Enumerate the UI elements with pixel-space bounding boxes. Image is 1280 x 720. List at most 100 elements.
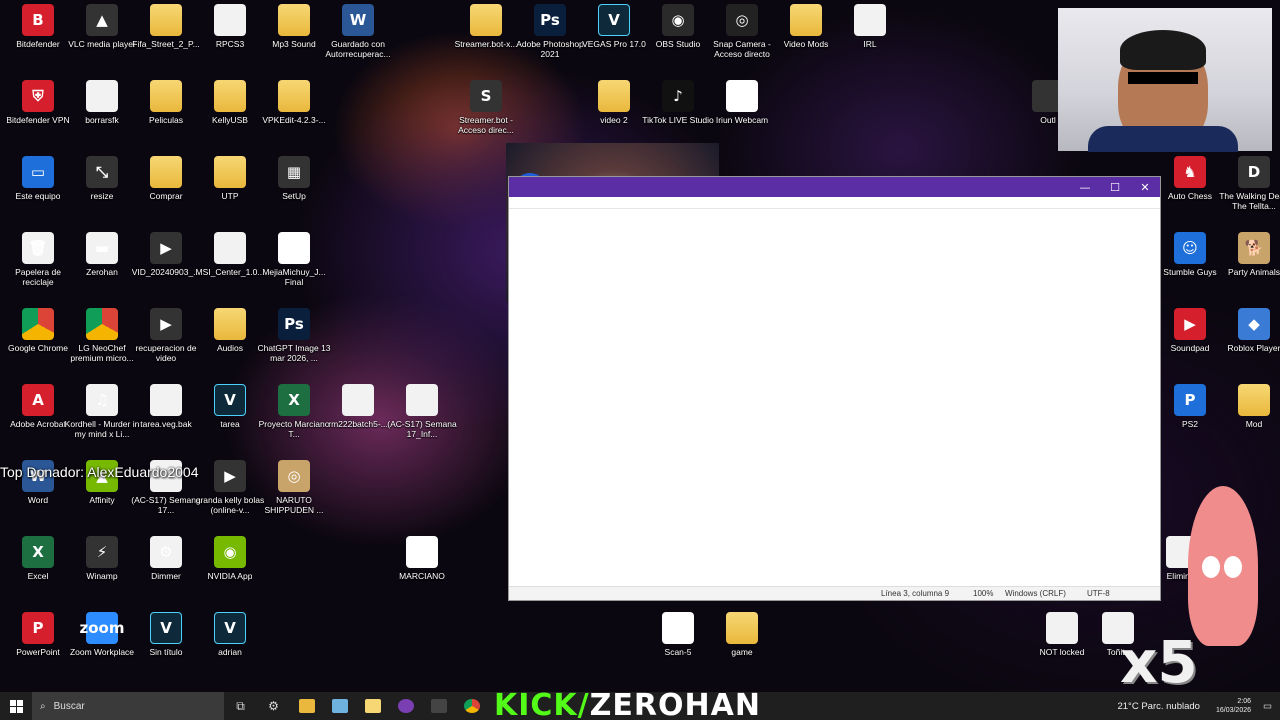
vegas-icon: V <box>598 4 630 36</box>
desktop-icon-label: Comprar <box>149 191 183 201</box>
weather-widget[interactable]: 21°C Parc. nublado <box>1117 701 1200 712</box>
notepad-status-bar: Línea 3, columna 9 100% Windows (CRLF) U… <box>509 586 1160 600</box>
notepad-menubar <box>509 197 1160 209</box>
desktop-icon[interactable]: Vadrian <box>192 612 268 657</box>
pdf-icon: PDF <box>277 232 311 264</box>
maximize-button[interactable]: ☐ <box>1100 177 1130 197</box>
tiktok-icon: ♪ <box>662 80 694 112</box>
desktop-icon-label: VID_20240903_... <box>131 267 201 277</box>
desktop-icon[interactable]: ◎ NARUTO SHIPPUDEN ... <box>256 460 332 515</box>
desktop-icon[interactable]: D The Walking Dead The Tellta... <box>1216 156 1280 211</box>
word-icon: W <box>342 4 374 36</box>
streamerbot-icon: S <box>470 80 502 112</box>
vegas-project-icon: V <box>214 384 246 416</box>
audio-file-icon: ♫ <box>86 384 118 416</box>
soundpad-icon: ▶ <box>1174 308 1206 340</box>
file-explorer-icon[interactable] <box>356 692 389 720</box>
desktop-icon[interactable]: IRL <box>832 4 908 49</box>
file-icon <box>86 80 118 112</box>
winamp-icon: ⚡ <box>86 536 118 568</box>
roblox-icon: ◆ <box>1238 308 1270 340</box>
desktop-icon-label: rm222batch5-... <box>328 419 388 429</box>
webcam-overlay <box>1058 8 1272 152</box>
vlc-icon: ▲ <box>86 4 118 36</box>
desktop-icon-label: MejiaMichuy_J... Final <box>262 267 326 287</box>
desktop-icon-label: adrian <box>218 647 242 657</box>
nvidia-icon: ◉ <box>214 536 246 568</box>
vegas-project-icon: V <box>214 612 246 644</box>
video-file-icon: ▶ <box>150 308 182 340</box>
desktop-icon-label: Guardado con Autorrecuperac... <box>325 39 391 59</box>
desktop-icon-label: Sin título <box>149 647 183 657</box>
snap-camera-icon: ◎ <box>726 4 758 36</box>
folder-icon <box>1238 384 1270 416</box>
folder-icon <box>150 156 182 188</box>
desktop-icon-label: (AC-S17) Semana 17_Inf... <box>387 419 457 439</box>
notifications-icon[interactable]: ▭ <box>1263 701 1272 712</box>
desktop-icon-label: Bitdefender VPN <box>6 115 70 125</box>
bitdefender-icon: B <box>22 4 54 36</box>
minimize-button[interactable]: — <box>1070 177 1100 197</box>
desktop-icon[interactable]: S Streamer.bot - Acceso direc... <box>448 80 524 135</box>
chrome-taskbar-icon[interactable] <box>455 692 488 720</box>
clock[interactable]: 2:06 16/03/2026 <box>1216 697 1251 715</box>
desktop-icon[interactable]: ▦ SetUp <box>256 156 332 201</box>
notepad-taskbar-icon[interactable] <box>323 692 356 720</box>
resize-icon: ⤡ <box>86 156 118 188</box>
folder-icon <box>790 4 822 36</box>
taskbar-app-icon[interactable] <box>290 692 323 720</box>
desktop-icon[interactable]: ◎ Iriun Webcam <box>704 80 780 125</box>
status-cursor-position: Línea 3, columna 9 <box>881 589 950 598</box>
kick-prefix: KICK/ <box>494 688 590 720</box>
taskbar-search-box[interactable]: ⌕ Buscar <box>32 692 224 720</box>
folder-icon <box>278 80 310 112</box>
folder-icon <box>598 80 630 112</box>
desktop-icon[interactable]: ◉ NVIDIA App <box>192 536 268 581</box>
desktop-icon-label: Fifa_Street_2_P... <box>132 39 200 49</box>
desktop-icon[interactable]: VPKEdit-4.2.3-... <box>256 80 332 125</box>
desktop-icon-label: Google Chrome <box>7 343 68 353</box>
desktop-icon-label: Bitdefender <box>16 39 60 49</box>
desktop-icon[interactable]: Ps ChatGPT Image 13 mar 2026, ... <box>256 308 332 363</box>
desktop-icon-label: Winamp <box>86 571 118 581</box>
desktop-icon-label: Party Animals <box>1228 267 1280 277</box>
desktop-icon[interactable]: ◆ Roblox Player <box>1216 308 1280 353</box>
setup-icon: ▦ <box>278 156 310 188</box>
settings-icon[interactable]: ⚙ <box>257 692 290 720</box>
notepad-window[interactable]: — ☐ ✕ Línea 3, columna 9 100% Windows (C… <box>508 176 1161 601</box>
party-animals-icon: 🐕 <box>1238 232 1270 264</box>
notepad-text-area[interactable] <box>509 210 1160 580</box>
obs-taskbar-icon[interactable] <box>389 692 422 720</box>
desktop-icon-label: KellyUSB <box>212 115 248 125</box>
drive-icon: ▬ <box>86 232 118 264</box>
folder-icon <box>214 156 246 188</box>
desktop-icon[interactable]: W Guardado con Autorrecuperac... <box>320 4 396 59</box>
notepad-titlebar[interactable]: — ☐ ✕ <box>509 177 1160 197</box>
excel-icon: X <box>22 536 54 568</box>
desktop-icon[interactable]: Mod <box>1216 384 1280 429</box>
close-button[interactable]: ✕ <box>1130 177 1160 197</box>
acrobat-icon: A <box>22 384 54 416</box>
desktop-icon-label: resize <box>90 191 114 201</box>
desktop-icon-label: Iriun Webcam <box>715 115 769 125</box>
desktop-icon-label: MARCIANO <box>399 571 445 581</box>
desktop-icon-label: NARUTO SHIPPUDEN ... <box>264 495 324 515</box>
desktop-icon[interactable]: PDF MARCIANO <box>384 536 460 581</box>
chrome-icon <box>22 308 54 340</box>
task-view-icon[interactable]: ⧉ <box>224 692 257 720</box>
file-icon <box>214 232 246 264</box>
computer-icon: ▭ <box>22 156 54 188</box>
desktop-icon-label: borrarsfk <box>85 115 119 125</box>
desktop-icon[interactable]: game <box>704 612 780 657</box>
file-icon <box>214 4 246 36</box>
video-file-icon: ▶ <box>214 460 246 492</box>
desktop-icon[interactable]: (AC-S17) Semana 17_Inf... <box>384 384 460 439</box>
chrome-doc-icon <box>86 308 118 340</box>
desktop-icon[interactable]: PDF MejiaMichuy_J... Final <box>256 232 332 287</box>
start-button[interactable] <box>0 692 32 720</box>
auto-chess-icon: ♞ <box>1174 156 1206 188</box>
winamp-taskbar-icon[interactable] <box>422 692 455 720</box>
stumble-guys-icon: ☺ <box>1174 232 1206 264</box>
clock-date: 16/03/2026 <box>1215 707 1252 714</box>
desktop-icon[interactable]: 🐕 Party Animals <box>1216 232 1280 277</box>
